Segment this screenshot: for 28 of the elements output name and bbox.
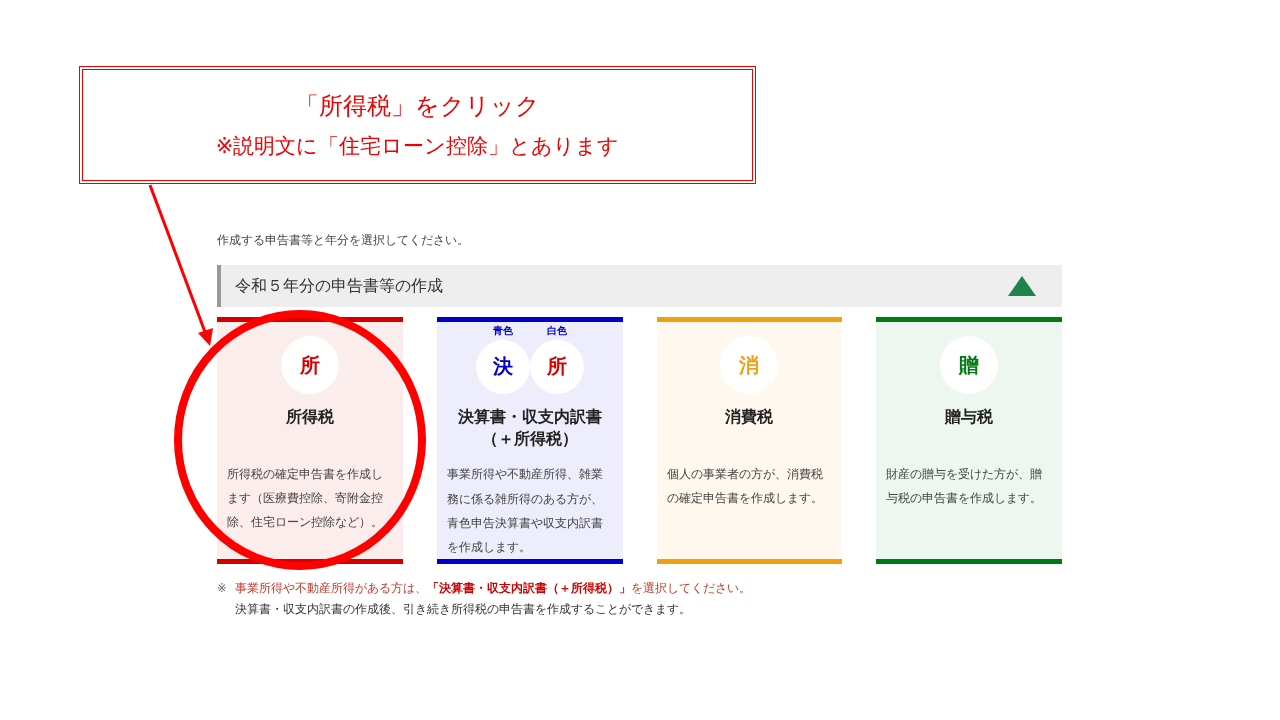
note-mark: ※	[217, 580, 227, 597]
badge-glyph: 決	[492, 353, 513, 381]
card-title: 贈与税	[945, 406, 994, 428]
tax-card[interactable]: 消 消費税 個人の事業者の方が、消費税の確定申告書を作成します。	[656, 317, 843, 564]
tax-card[interactable]: 所 所得税 所得税の確定申告書を作成します（医療費控除、寄附金控除、住宅ローン控除など）。	[217, 317, 403, 564]
card-title: 所得税	[285, 406, 334, 428]
badge-tag: 白色	[546, 323, 567, 338]
badge-glyph: 消	[739, 351, 760, 379]
card-description: 個人の事業者の方が、消費税の確定申告書を作成します。	[666, 466, 824, 508]
card-title: 決算書・収支内訳書（＋所得税）	[456, 405, 603, 451]
section-title: 令和５年分の申告書等の作成	[235, 275, 443, 297]
card-description: 事業所得や不動産所得、雑業務に係る雑所得のある方が、青色申告決算書や収支内訳書を作成します。	[446, 466, 604, 556]
card-title: 消費税	[725, 406, 774, 428]
badge-glyph: 贈	[959, 351, 980, 379]
note-text: 決算書・収支内訳書の作成後、引き続き所得税の申告書を作成することができます。	[234, 600, 692, 618]
section-header[interactable]: 令和５年分の申告書等の作成	[217, 265, 1062, 307]
collapse-triangle-icon[interactable]	[1008, 276, 1036, 296]
intro-text: 作成する申告書等と年分を選択してください。	[217, 232, 470, 249]
callout-text: ※説明文に「住宅ローン控除」とあります	[215, 133, 620, 160]
card-description: 所得税の確定申告書を作成します（医療費控除、寄附金控除、住宅ローン控除など）。	[227, 466, 384, 532]
tax-card[interactable]: 贈 贈与税 財産の贈与を受けた方が、贈与税の申告書を作成します。	[876, 317, 1062, 564]
badge-glyph: 所	[546, 353, 567, 381]
callout-text: 「所得税」をクリック	[295, 91, 540, 122]
card-description: 財産の贈与を受けた方が、贈与税の申告書を作成します。	[886, 466, 1044, 508]
badge-tag: 青色	[492, 323, 513, 338]
tax-card[interactable]: 青色 決 白色 所 決算書・収支内訳書（＋所得税） 事業所得や不動産所得、雑業務に係る雑所得のある方が、青色申告決算書や収支内訳書を作成します。	[436, 317, 623, 564]
badge-glyph: 所	[299, 351, 320, 379]
note-text: 事業所得や不動産所得がある方は、「決算書・収支内訳書（＋所得税）」を選択してください。	[234, 580, 751, 597]
